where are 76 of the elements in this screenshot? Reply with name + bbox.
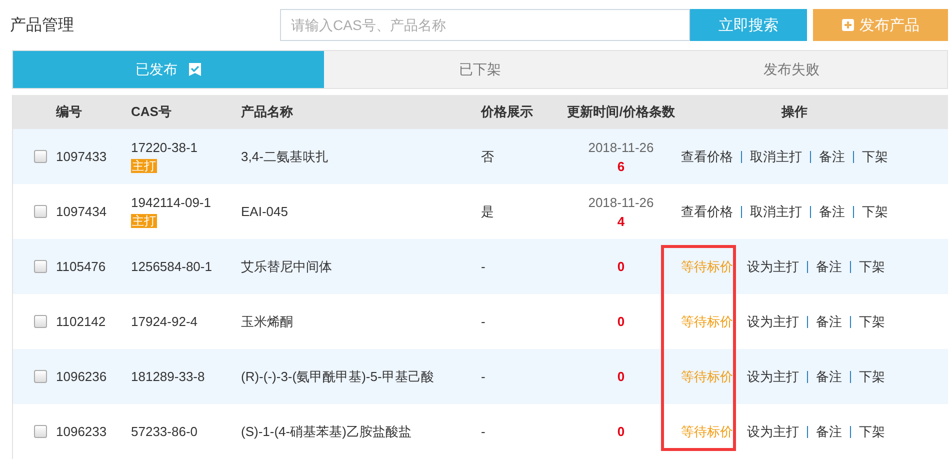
checkbox[interactable]: [34, 260, 47, 273]
product-name: 艾乐替尼中间体: [241, 258, 333, 276]
featured-tag: 主打: [131, 159, 157, 173]
price-count: 4: [617, 214, 625, 228]
id-cell-text: 1097434: [56, 204, 108, 219]
tab[interactable]: 发布失败: [636, 51, 947, 88]
price-display-cell-text: -: [481, 314, 486, 329]
checkbox[interactable]: [34, 315, 47, 328]
update-date: 2018-11-26: [588, 194, 654, 210]
action-link[interactable]: 取消主打: [750, 148, 802, 166]
action-link[interactable]: 下架: [862, 202, 888, 220]
price-display-cell-text: -: [481, 259, 486, 274]
action-link[interactable]: 设为主打: [747, 422, 799, 440]
action-link[interactable]: 备注: [819, 148, 845, 166]
price-count: 0: [617, 369, 625, 384]
action-link[interactable]: 备注: [816, 258, 842, 276]
cas-cell: 1256584-80-1: [131, 259, 212, 274]
price-display-cell-text: 否: [481, 148, 495, 166]
price-count: 0: [617, 314, 625, 329]
action-link[interactable]: 下架: [859, 312, 885, 330]
action-link[interactable]: 备注: [816, 422, 842, 440]
action-link[interactable]: 下架: [859, 258, 885, 276]
product-name: (R)-(-)-3-(氨甲酰甲基)-5-甲基己酸: [241, 368, 435, 386]
column-header: CAS号: [131, 103, 172, 121]
column-header: 操作: [780, 103, 808, 121]
pending-status: 等待标价: [681, 312, 734, 330]
checkbox[interactable]: [34, 205, 47, 218]
cas-cell: 181289-33-8: [131, 369, 205, 384]
column-header: 价格展示: [481, 103, 534, 121]
action-link[interactable]: 下架: [862, 148, 888, 166]
featured-tag: 主打: [131, 214, 157, 228]
check-icon: [188, 62, 202, 77]
cas-cell: 17220-38-1: [131, 140, 198, 155]
action-link[interactable]: 备注: [816, 368, 842, 386]
price-display-cell-text: -: [481, 424, 486, 439]
action-link[interactable]: 设为主打: [747, 368, 799, 386]
id-cell-text: 1102142: [56, 314, 107, 329]
product-name: (S)-1-(4-硝基苯基)乙胺盐酸盐: [241, 422, 412, 440]
price-count: 0: [617, 259, 625, 274]
cas-cell: 57233-86-0: [131, 424, 198, 439]
id-cell-text: 1096236: [56, 369, 108, 384]
tab[interactable]: 已下架: [324, 51, 636, 88]
price-count: 0: [617, 424, 625, 439]
product-name: 3,4-二氨基呋扎: [241, 148, 330, 166]
update-date: 2018-11-26: [588, 140, 654, 154]
action-link[interactable]: 备注: [816, 312, 842, 330]
column-header: 编号: [56, 103, 83, 121]
checkbox[interactable]: [34, 150, 47, 163]
price-count: 6: [617, 158, 625, 174]
checkbox[interactable]: [34, 425, 47, 438]
page-title: 产品管理: [10, 16, 75, 36]
price-display-cell-text: -: [481, 369, 486, 384]
action-link[interactable]: 设为主打: [747, 312, 799, 330]
pending-status: 等待标价: [681, 258, 734, 276]
cas-cell: 17924-92-4: [131, 314, 198, 329]
pending-status: 等待标价: [681, 422, 734, 440]
id-cell-text: 1097433: [56, 149, 108, 164]
product-name: EAI-045: [241, 204, 289, 219]
action-link[interactable]: 设为主打: [747, 258, 799, 276]
cas-cell: 1942114-09-1: [131, 195, 211, 210]
plus-icon: [842, 19, 854, 31]
product-name: 玉米烯酮: [241, 312, 294, 330]
checkbox[interactable]: [34, 370, 47, 383]
action-link[interactable]: 下架: [859, 368, 885, 386]
id-cell-text: 1096233: [56, 424, 108, 439]
action-link[interactable]: 查看价格: [681, 202, 733, 220]
action-link[interactable]: 查看价格: [681, 148, 733, 166]
search-field[interactable]: 请输入CAS号、产品名称: [280, 9, 690, 41]
action-link[interactable]: 备注: [819, 202, 845, 220]
action-link[interactable]: 下架: [859, 422, 885, 440]
id-cell-text: 1105476: [56, 259, 107, 274]
column-header: 产品名称: [241, 103, 294, 121]
column-header: 更新时间/价格条数: [566, 103, 676, 121]
action-link[interactable]: 取消主打: [750, 202, 802, 220]
pending-status: 等待标价: [681, 368, 734, 386]
price-display-cell-text: 是: [481, 202, 495, 220]
